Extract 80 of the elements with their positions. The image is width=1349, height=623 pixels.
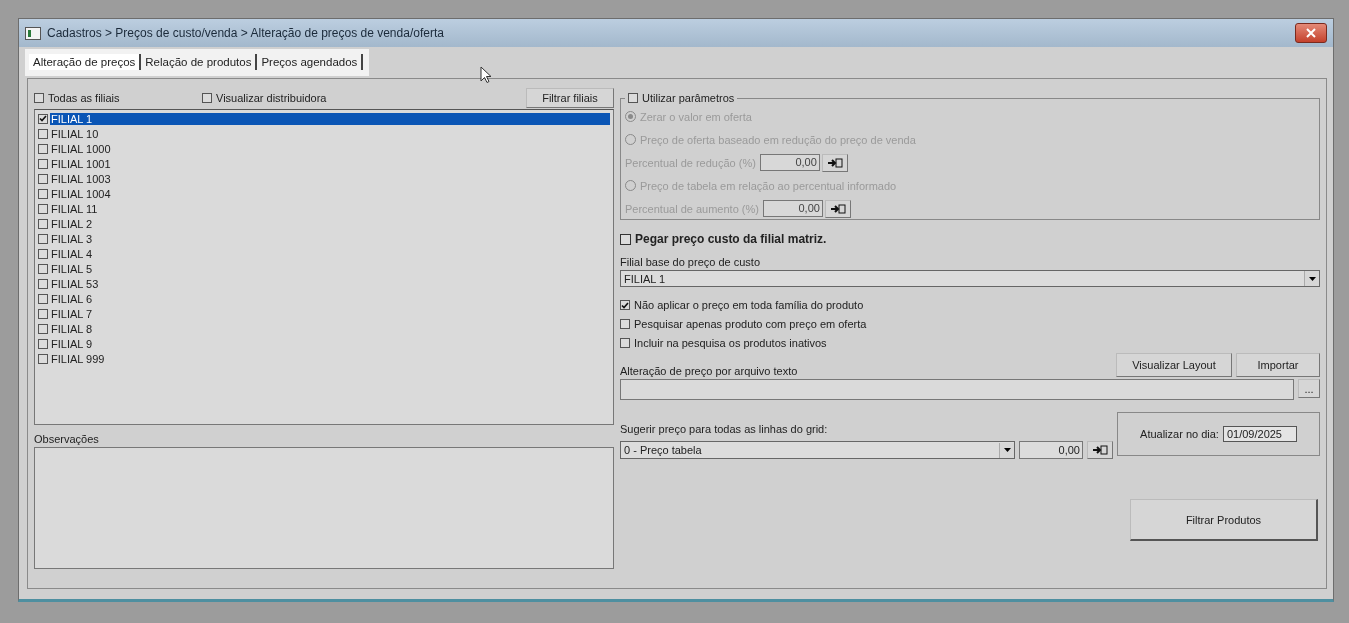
close-icon [1306,28,1316,38]
list-item[interactable]: FILIAL 9 [50,337,94,350]
checkbox[interactable] [38,233,48,244]
filter-branches-button[interactable]: Filtrar filiais [526,88,614,108]
checkbox[interactable] [38,188,48,199]
field-label: Alteração de preço por arquivo texto [619,365,799,377]
checkbox[interactable] [38,218,48,229]
list-item[interactable]: FILIAL 1004 [50,187,112,200]
tab[interactable]: Alteração de preços [29,54,142,70]
list-item[interactable]: FILIAL 1000 [50,142,112,155]
cursor-icon [480,66,492,84]
window-title: Cadastros > Preços de custo/venda > Alteração de preços de venda/oferta [47,26,445,40]
apply-button[interactable] [821,153,848,172]
list-item[interactable]: FILIAL 11 [50,202,99,215]
list-item[interactable]: FILIAL 5 [50,262,94,275]
apply-icon [829,202,846,215]
list-item[interactable]: FILIAL 2 [50,217,94,230]
checkbox-label: Utilizar parâmetros [642,92,735,104]
dropdown-button[interactable] [999,442,1014,458]
checkbox[interactable] [38,113,48,124]
price-dropdown[interactable]: 0 - Preço tabela [620,441,1015,459]
checkbox-label: Não aplicar o preço em toda família do produto [634,299,864,311]
checkbox[interactable] [38,158,48,169]
checkbox[interactable] [38,248,48,259]
list-item[interactable]: FILIAL 53 [50,277,100,290]
dropdown-button[interactable] [1304,271,1319,286]
checkbox[interactable] [38,323,48,334]
checkbox[interactable] [38,128,48,139]
checkbox[interactable] [38,173,48,184]
date-field[interactable]: 01/09/2025 [1222,426,1297,442]
checkbox[interactable] [38,308,48,319]
field-label: Sugerir preço para todas as linhas do grid: [620,423,829,435]
layout-button[interactable]: Visualizar Layout [1116,353,1232,377]
close-button[interactable] [1295,23,1327,43]
field-label: Filial base do preço de custo [620,256,762,268]
checkbox[interactable] [38,338,48,349]
list-item[interactable]: FILIAL 1001 [50,157,112,170]
list-item[interactable]: FILIAL 999 [50,352,106,365]
apply-button[interactable] [1087,441,1113,459]
checkbox[interactable] [620,338,630,348]
checkbox[interactable] [38,353,48,364]
caret-icon [1308,276,1316,281]
apply-icon [826,156,843,169]
checkbox[interactable] [38,278,48,289]
notes-field[interactable] [34,447,614,569]
file-field[interactable] [620,379,1294,400]
list-item[interactable]: FILIAL 10 [50,127,100,140]
field-label: Atualizar no dia: [1140,428,1219,440]
checkbox[interactable] [34,93,44,103]
checkbox-label: Visualizar distribuidora [216,92,327,104]
filter-products-button[interactable]: Filtrar Produtos [1130,499,1318,541]
browse-button[interactable]: ... [1298,379,1320,398]
checkbox[interactable] [38,263,48,274]
checkbox[interactable] [38,143,48,154]
input-field[interactable]: 0,00 [1019,441,1083,459]
checkbox-label: Pegar preço custo da filial matriz. [635,232,827,246]
checkbox[interactable] [38,293,48,304]
apply-icon [1092,444,1108,456]
import-button[interactable]: Importar [1236,353,1320,377]
list-item[interactable]: FILIAL 4 [50,247,94,260]
checkbox[interactable] [620,319,630,329]
caret-icon [1003,448,1011,452]
branch-dropdown[interactable]: FILIAL 1 [620,270,1320,287]
checkbox[interactable] [620,233,631,245]
list-item[interactable]: FILIAL 3 [50,232,94,245]
checkbox[interactable] [202,93,212,103]
list-item[interactable]: FILIAL 7 [50,307,94,320]
notes-label: Observações [34,433,100,445]
list-item[interactable]: FILIAL 6 [50,292,94,305]
checkbox-label: Pesquisar apenas produto com preço em oferta [634,318,867,330]
apply-button[interactable] [824,199,851,218]
app-icon [25,26,41,40]
list-item[interactable]: FILIAL 1 [50,112,610,125]
list-item[interactable]: FILIAL 8 [50,322,94,335]
checkbox[interactable] [620,300,630,310]
checkbox-label: Incluir na pesquisa os produtos inativos [634,337,827,349]
checkbox[interactable] [38,203,48,214]
checkbox-label: Todas as filiais [48,92,120,104]
checkbox[interactable] [628,93,638,103]
list-item[interactable]: FILIAL 1003 [50,172,112,185]
